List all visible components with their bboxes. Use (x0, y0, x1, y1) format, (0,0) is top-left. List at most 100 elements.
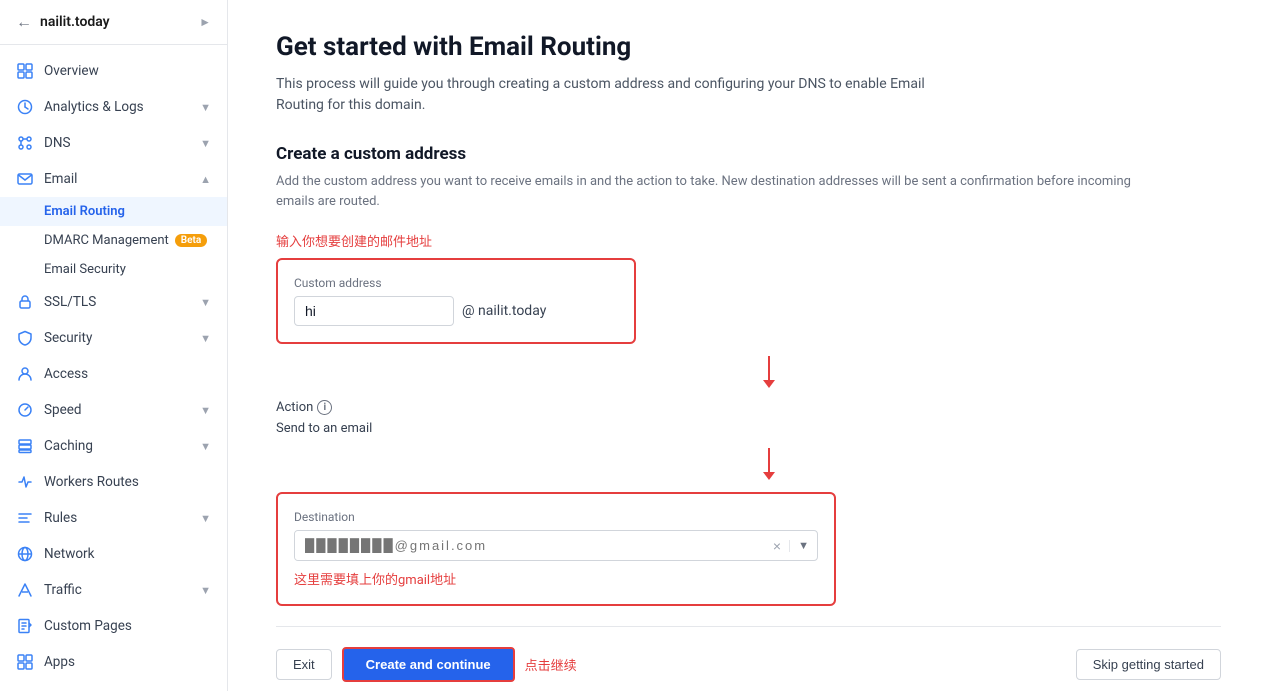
chevron-down-icon-traffic: ▼ (200, 584, 211, 597)
arrow-line-2 (768, 448, 770, 472)
footer-left: Exit Create and continue 点击继续 (276, 647, 577, 682)
section-desc: Add the custom address you want to recei… (276, 172, 1156, 211)
apps-icon (16, 653, 34, 671)
sidebar-item-access[interactable]: Access (0, 356, 227, 392)
chevron-down-icon: ▼ (200, 101, 211, 114)
email-icon (16, 170, 34, 188)
sidebar-subitem-email-routing[interactable]: Email Routing (0, 197, 227, 226)
sidebar-item-speed-label: Speed (44, 402, 190, 418)
sidebar-item-traffic-label: Traffic (44, 582, 190, 598)
custom-address-box: Custom address @ nailit.today (276, 258, 636, 344)
sidebar-item-speed[interactable]: Speed ▼ (0, 392, 227, 428)
custom-address-input[interactable] (294, 296, 454, 326)
sidebar-item-security-label: Security (44, 330, 190, 346)
sidebar-header: ← nailit.today ► (0, 0, 227, 45)
sidebar-item-workers-routes[interactable]: Workers Routes (0, 464, 227, 500)
sidebar-item-ssl-label: SSL/TLS (44, 294, 190, 310)
network-icon (16, 545, 34, 563)
sidebar-subitem-email-security[interactable]: Email Security (0, 255, 227, 284)
workers-icon (16, 473, 34, 491)
destination-dropdown-button[interactable]: ▼ (789, 540, 817, 552)
sidebar-item-workers-label: Workers Routes (44, 474, 211, 490)
destination-label: Destination (294, 510, 818, 524)
annotation-address: 输入你想要创建的邮件地址 (276, 231, 1221, 250)
sidebar-nav: Overview Analytics & Logs ▼ DNS ▼ Email … (0, 45, 227, 691)
sidebar-item-analytics-logs[interactable]: Analytics & Logs ▼ (0, 89, 227, 125)
sidebar-subitem-dmarc[interactable]: DMARC Management Beta (0, 226, 227, 255)
sidebar-item-custom-pages-label: Custom Pages (44, 618, 211, 634)
click-hint: 点击继续 (525, 655, 577, 674)
chevron-down-icon-ssl: ▼ (200, 296, 211, 309)
sidebar-header-left[interactable]: ← nailit.today (16, 12, 110, 32)
email-routing-label: Email Routing (44, 204, 125, 219)
action-label: Action (276, 400, 313, 415)
main-content: Get started with Email Routing This proc… (228, 0, 1269, 691)
at-domain: @ nailit.today (462, 303, 546, 319)
destination-select-row: × ▼ (294, 530, 818, 561)
destination-box: Destination × ▼ 这里需要填上你的gmail地址 (276, 492, 836, 606)
sidebar-item-overview[interactable]: Overview (0, 53, 227, 89)
chart-icon (16, 98, 34, 116)
sidebar-item-email[interactable]: Email ▲ (0, 161, 227, 197)
custom-pages-icon (16, 617, 34, 635)
back-arrow-icon[interactable]: ← (16, 12, 32, 32)
email-security-label: Email Security (44, 262, 126, 277)
address-input-row: @ nailit.today (294, 296, 618, 326)
chevron-down-icon-caching: ▼ (200, 440, 211, 453)
lock-icon (16, 293, 34, 311)
arrow-line-1 (768, 356, 770, 380)
action-value: Send to an email (276, 421, 1221, 436)
site-name: nailit.today (40, 14, 110, 30)
sidebar-item-ssl-tls[interactable]: SSL/TLS ▼ (0, 284, 227, 320)
rules-icon (16, 509, 34, 527)
info-icon[interactable]: i (317, 400, 332, 415)
exit-button[interactable]: Exit (276, 649, 332, 680)
sidebar-item-caching-label: Caching (44, 438, 190, 454)
sidebar-item-rules[interactable]: Rules ▼ (0, 500, 227, 536)
sidebar-item-security[interactable]: Security ▼ (0, 320, 227, 356)
sidebar-item-apps[interactable]: Apps (0, 644, 227, 680)
shield-icon (16, 329, 34, 347)
arrow-head-1 (763, 380, 775, 388)
divider (276, 626, 1221, 627)
dns-icon (16, 134, 34, 152)
sidebar-item-dns-label: DNS (44, 135, 190, 151)
sidebar-item-overview-label: Overview (44, 63, 211, 79)
sidebar-item-apps-label: Apps (44, 654, 211, 670)
chevron-down-icon-dns: ▼ (200, 137, 211, 150)
grid-icon (16, 62, 34, 80)
sidebar-item-analytics-label: Analytics & Logs (44, 99, 190, 115)
sidebar-item-access-label: Access (44, 366, 211, 382)
destination-input[interactable] (295, 531, 765, 560)
annotation-destination: 这里需要填上你的gmail地址 (294, 569, 818, 588)
dmarc-label: DMARC Management (44, 233, 169, 248)
access-icon (16, 365, 34, 383)
sidebar-item-dns[interactable]: DNS ▼ (0, 125, 227, 161)
destination-clear-button[interactable]: × (765, 538, 789, 554)
sidebar-item-rules-label: Rules (44, 510, 190, 526)
chevron-up-icon: ▲ (200, 173, 211, 186)
sidebar-item-network-label: Network (44, 546, 211, 562)
page-title: Get started with Email Routing (276, 32, 1221, 62)
arrow-down-1 (316, 356, 1221, 388)
traffic-icon (16, 581, 34, 599)
sidebar-item-custom-pages[interactable]: Custom Pages (0, 608, 227, 644)
section-title: Create a custom address (276, 144, 1221, 164)
arrow-down-2 (316, 448, 1221, 480)
create-continue-button[interactable]: Create and continue (342, 647, 515, 682)
sidebar-item-traffic[interactable]: Traffic ▼ (0, 572, 227, 608)
sidebar-item-network[interactable]: Network (0, 536, 227, 572)
cache-icon (16, 437, 34, 455)
chevron-right-icon: ► (199, 15, 211, 29)
action-row: Action i (276, 400, 1221, 415)
sidebar-item-caching[interactable]: Caching ▼ (0, 428, 227, 464)
chevron-down-icon-speed: ▼ (200, 404, 211, 417)
sidebar-item-email-label: Email (44, 171, 190, 187)
sidebar: ← nailit.today ► Overview Analytics & Lo… (0, 0, 228, 691)
speed-icon (16, 401, 34, 419)
page-subtitle: This process will guide you through crea… (276, 74, 976, 116)
footer-actions: Exit Create and continue 点击继续 Skip getti… (276, 647, 1221, 682)
arrow-head-2 (763, 472, 775, 480)
beta-badge: Beta (175, 234, 207, 247)
skip-getting-started-button[interactable]: Skip getting started (1076, 649, 1221, 680)
